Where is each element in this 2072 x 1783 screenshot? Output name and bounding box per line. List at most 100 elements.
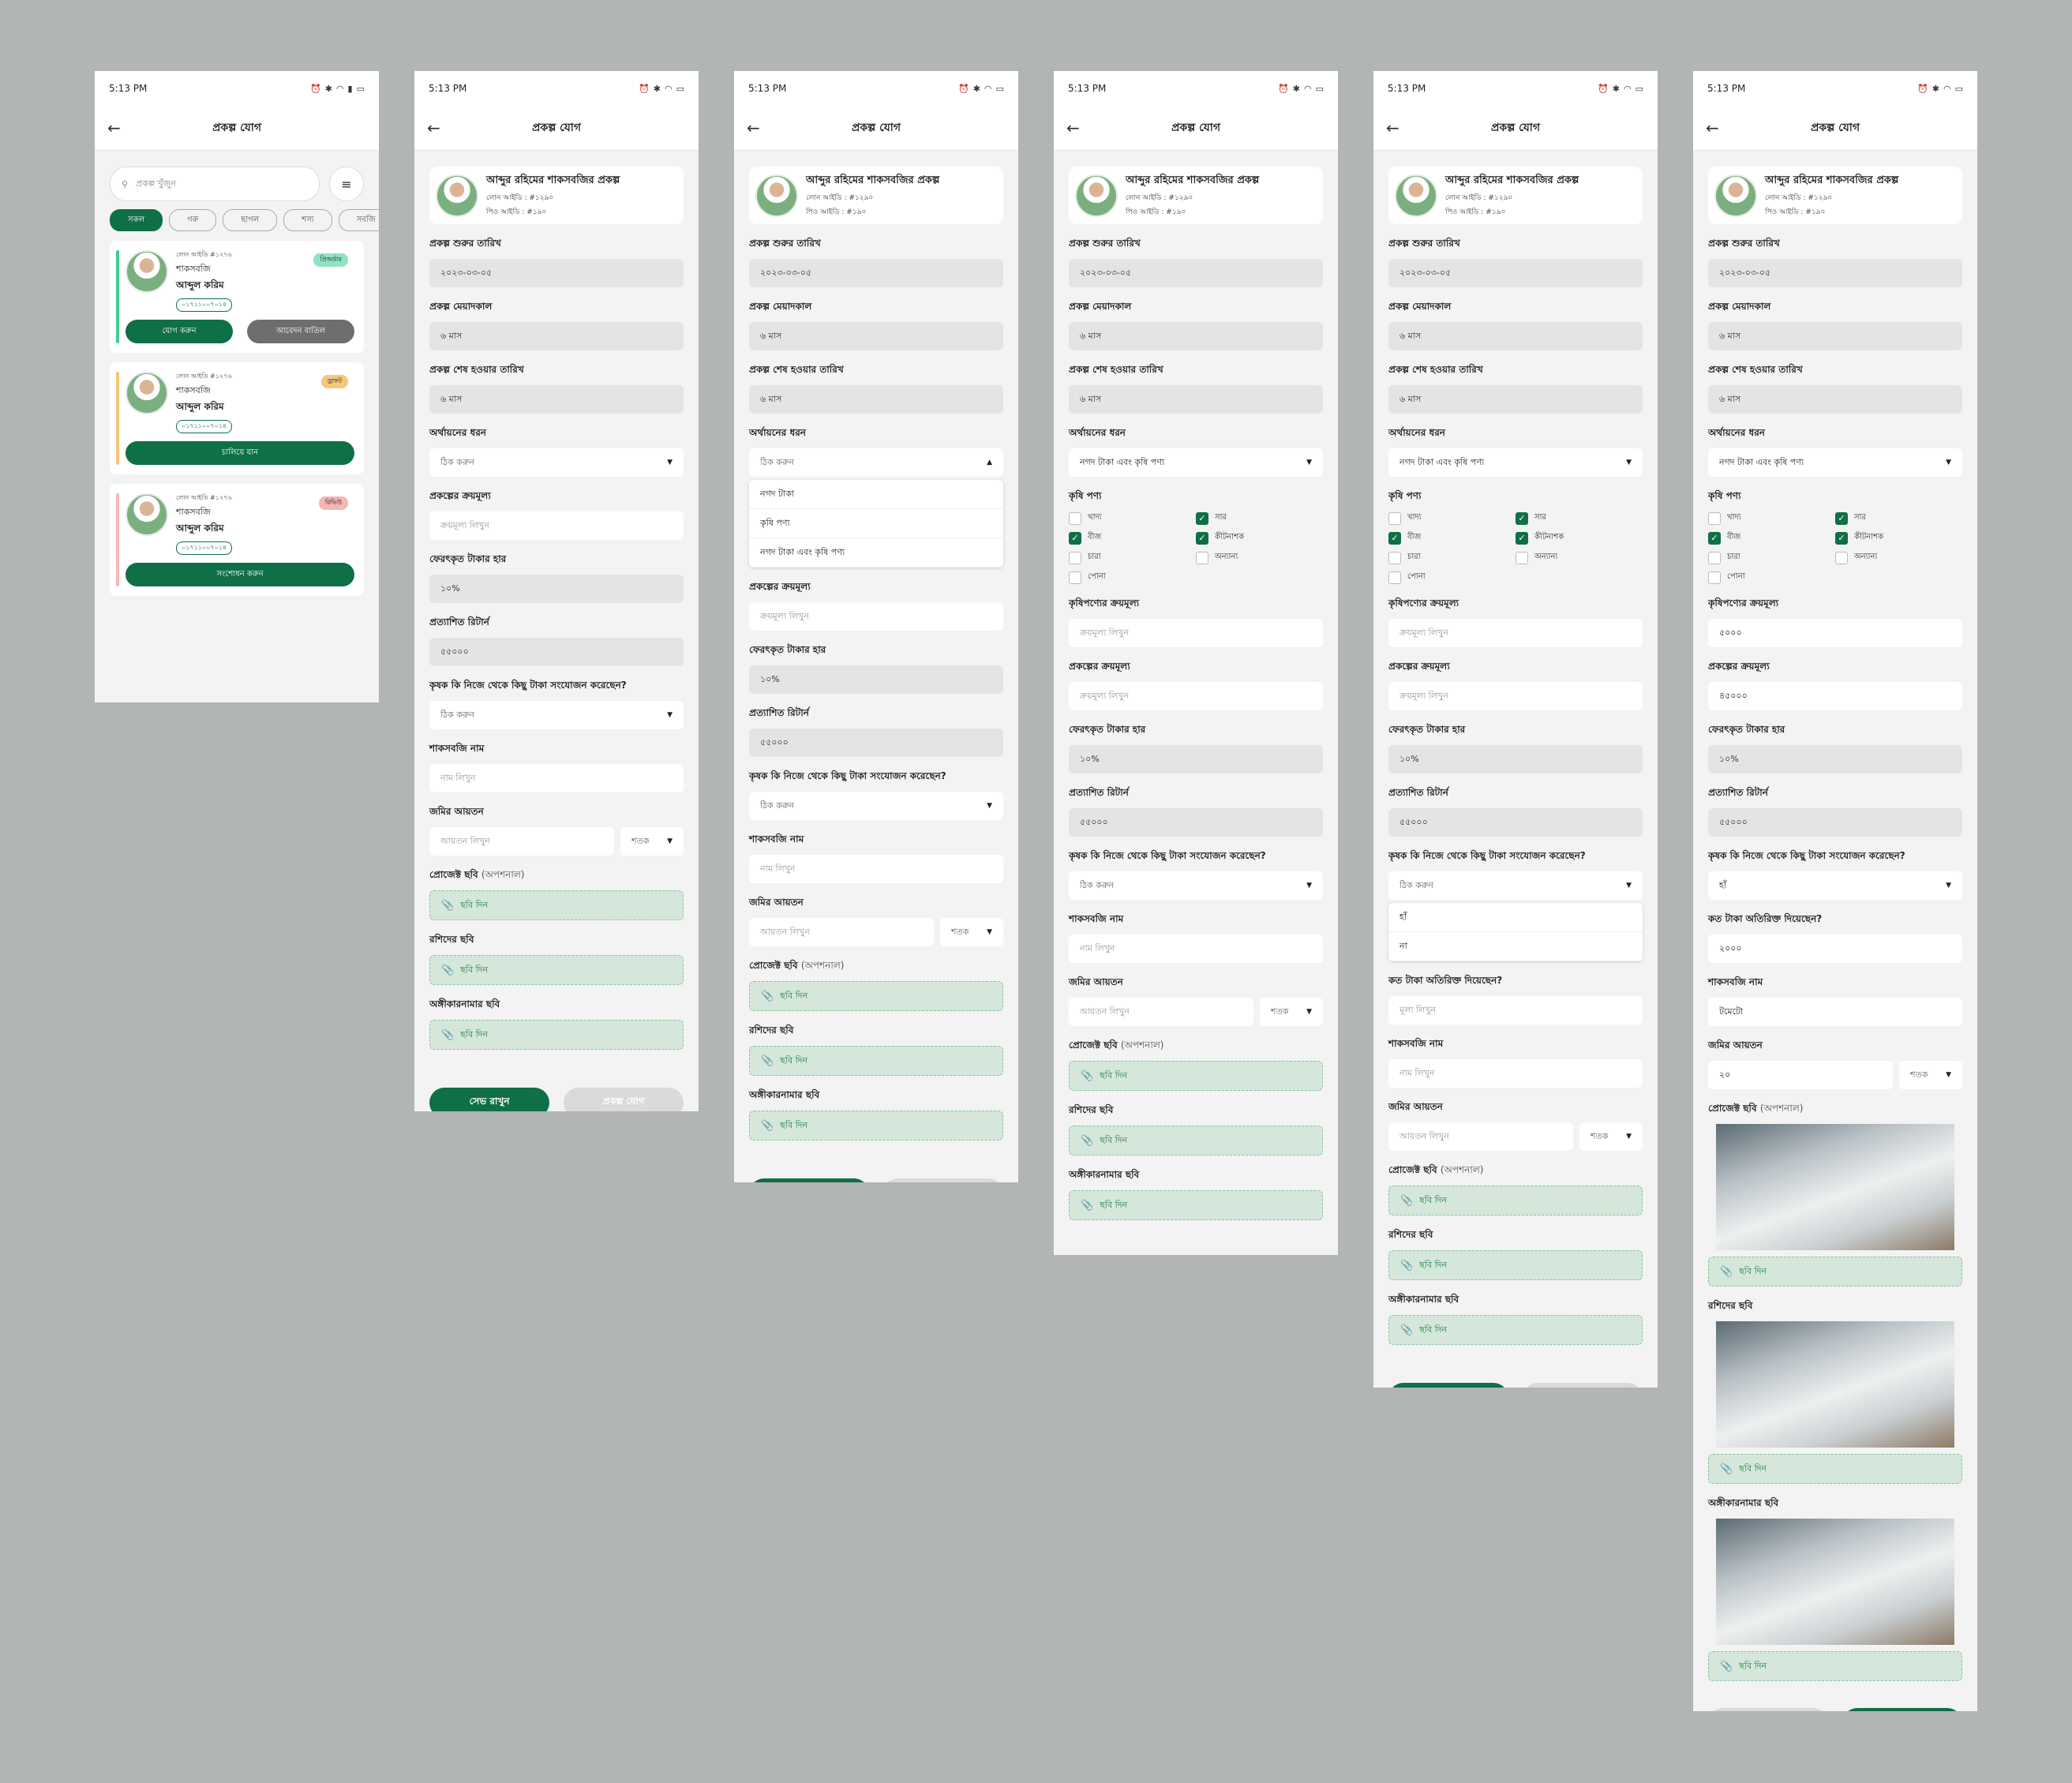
save-button[interactable]: সেভ রাখুন <box>749 1178 869 1182</box>
farmer-added-dropdown[interactable]: ঠিক করুন ▼ <box>429 701 684 729</box>
land-size-input[interactable]: আয়তন লিখুন <box>1069 998 1253 1026</box>
menu-item-agri-product[interactable]: কৃষি পণ্য <box>749 509 1003 538</box>
menu-item-cash-and-agri[interactable]: নগদ টাকা এবং কৃষি পণ্য <box>749 538 1003 567</box>
extra-amount-input[interactable]: ২০০০ <box>1708 935 1962 963</box>
save-button[interactable]: সেভ রাখুন <box>1708 1708 1828 1711</box>
agreement-photo-upload[interactable]: 📎 ছবি দিন <box>1388 1315 1643 1345</box>
farmer-added-dropdown[interactable]: ঠিক করুন ▼ <box>749 792 1003 820</box>
vegetable-name-input[interactable]: নাম লিখুন <box>429 764 684 792</box>
add-project-button[interactable]: প্রকল্প যোগ <box>564 1088 684 1111</box>
save-button[interactable]: সেভ রাখুন <box>429 1088 549 1111</box>
checkbox-fry[interactable]: পোনা <box>1388 571 1516 584</box>
project-photo-upload[interactable]: 📎 ছবি দিন <box>1708 1257 1962 1287</box>
agri-price-input[interactable]: ৫০০০ <box>1708 619 1962 647</box>
checkbox-pesticide[interactable]: ✓ কীটনাশক <box>1835 531 1962 545</box>
menu-item-yes[interactable]: হাঁ <box>1388 903 1643 932</box>
chip-vegetable[interactable]: সবজি <box>338 209 379 231</box>
list-item[interactable]: রিভিউ লোন আইডি #১২৭৬ শাকসবজি আব্দুল করিম… <box>110 484 364 596</box>
cancel-application-button[interactable]: আবেদন বাতিল <box>247 320 354 343</box>
project-photo-upload[interactable]: 📎 ছবি দিন <box>749 981 1003 1011</box>
land-size-input[interactable]: আয়তন লিখুন <box>429 827 614 856</box>
checkbox-food[interactable]: খাদ্য <box>1069 511 1196 525</box>
list-item[interactable]: ড্রাফট লোন আইডি #১২৭৬ শাকসবজি আব্দুল করি… <box>110 362 364 474</box>
project-photo-upload[interactable]: 📎 ছবি দিন <box>1069 1061 1323 1091</box>
checkbox-pesticide[interactable]: ✓ কীটনাশক <box>1196 531 1323 545</box>
receipt-photo-upload[interactable]: 📎 ছবি দিন <box>1708 1454 1962 1484</box>
checkbox-seed[interactable]: ✓ বীজ <box>1069 531 1196 545</box>
unit-dropdown[interactable]: শতক ▼ <box>940 918 1003 946</box>
chip-goat[interactable]: ছাগল <box>223 209 278 231</box>
checkbox-fertilizer[interactable]: ✓ সার <box>1516 511 1643 525</box>
menu-item-cash[interactable]: নগদ টাকা <box>749 480 1003 509</box>
checkbox-seedling[interactable]: চারা <box>1069 551 1196 564</box>
checkbox-food[interactable]: খাদ্য <box>1708 511 1835 525</box>
agreement-photo-upload[interactable]: 📎 ছবি দিন <box>1708 1651 1962 1681</box>
purchase-price-input[interactable]: ৪৫০০০ <box>1708 682 1962 710</box>
checkbox-seed[interactable]: ✓ বীজ <box>1708 531 1835 545</box>
menu-item-no[interactable]: না <box>1388 932 1643 961</box>
checkbox-food[interactable]: খাদ্য <box>1388 511 1516 525</box>
checkbox-seedling[interactable]: চারা <box>1708 551 1835 564</box>
finance-type-dropdown[interactable]: নগদ টাকা এবং কৃষি পণ্য ▼ <box>1388 448 1643 477</box>
finance-type-dropdown[interactable]: নগদ টাকা এবং কৃষি পণ্য ▼ <box>1708 448 1962 477</box>
back-arrow-icon[interactable]: ← <box>427 118 440 137</box>
land-size-input[interactable]: আয়তন লিখুন <box>749 918 934 946</box>
checkbox-fertilizer[interactable]: ✓ সার <box>1835 511 1962 525</box>
receipt-photo-upload[interactable]: 📎 ছবি দিন <box>749 1046 1003 1076</box>
agri-price-input[interactable]: ক্রয়মূল্য লিখুন <box>1069 619 1323 647</box>
receipt-photo-upload[interactable]: 📎 ছবি দিন <box>1388 1250 1643 1280</box>
filter-icon[interactable]: ≡ <box>329 167 364 201</box>
back-arrow-icon[interactable]: ← <box>1706 118 1719 137</box>
land-size-input[interactable]: আয়তন লিখুন <box>1388 1122 1573 1151</box>
farmer-added-dropdown[interactable]: ঠিক করুন ▼ <box>1388 871 1643 900</box>
checkbox-other[interactable]: অন্যান্য <box>1196 551 1323 564</box>
add-project-button[interactable]: প্রকল্প যোগ <box>883 1178 1003 1182</box>
project-photo-upload[interactable]: 📎 ছবি দিন <box>1388 1186 1643 1216</box>
purchase-price-input[interactable]: ক্রয়মূল্য লিখুন <box>1388 682 1643 710</box>
checkbox-fertilizer[interactable]: ✓ সার <box>1196 511 1323 525</box>
vegetable-name-input[interactable]: নাম লিখুন <box>749 855 1003 883</box>
checkbox-other[interactable]: অন্যান্য <box>1516 551 1643 564</box>
checkbox-other[interactable]: অন্যান্য <box>1835 551 1962 564</box>
farmer-added-dropdown[interactable]: হাঁ ▼ <box>1708 871 1962 900</box>
save-button[interactable]: সেভ রাখুন <box>1388 1383 1508 1388</box>
chip-all[interactable]: সকল <box>110 209 163 231</box>
back-arrow-icon[interactable]: ← <box>107 118 121 137</box>
chip-cow[interactable]: গরু <box>169 209 217 231</box>
vegetable-name-input[interactable]: নাম লিখুন <box>1069 935 1323 963</box>
list-item[interactable]: প্রিঅর্ডার লোন আইডি #১২৭৬ শাকসবজি আব্দুল… <box>110 241 364 353</box>
agreement-photo-upload[interactable]: 📎 ছবি দিন <box>429 1020 684 1050</box>
checkbox-seed[interactable]: ✓ বীজ <box>1388 531 1516 545</box>
unit-dropdown[interactable]: শতক ▼ <box>1260 998 1323 1026</box>
agreement-photo-upload[interactable]: 📎 ছবি দিন <box>1069 1190 1323 1220</box>
checkbox-fry[interactable]: পোনা <box>1069 571 1196 584</box>
farmer-added-dropdown[interactable]: ঠিক করুন ▼ <box>1069 871 1323 900</box>
receipt-photo-upload[interactable]: 📎 ছবি দিন <box>429 955 684 985</box>
back-arrow-icon[interactable]: ← <box>1386 118 1399 137</box>
finance-type-dropdown[interactable]: নগদ টাকা এবং কৃষি পণ্য ▼ <box>1069 448 1323 477</box>
add-button[interactable]: যোগ করুন <box>126 320 233 343</box>
finance-type-dropdown[interactable]: ঠিক করুন ▲ <box>749 448 1003 477</box>
add-project-button[interactable]: প্রকল্প যোগ <box>1523 1383 1643 1388</box>
checkbox-pesticide[interactable]: ✓ কীটনাশক <box>1516 531 1643 545</box>
unit-dropdown[interactable]: শতক ▼ <box>1899 1061 1962 1089</box>
vegetable-name-input[interactable]: নাম লিখুন <box>1388 1059 1643 1088</box>
agri-price-input[interactable]: ক্রয়মূল্য লিখুন <box>1388 619 1643 647</box>
checkbox-fry[interactable]: পোনা <box>1708 571 1835 584</box>
search-input[interactable]: ⚲ প্রকল্প খুঁজুন <box>110 167 320 201</box>
vegetable-name-input[interactable]: টমেটো <box>1708 998 1962 1026</box>
purchase-price-input[interactable]: ক্রয়মূল্য লিখুন <box>749 602 1003 631</box>
checkbox-seedling[interactable]: চারা <box>1388 551 1516 564</box>
back-arrow-icon[interactable]: ← <box>1066 118 1080 137</box>
chip-crop[interactable]: শস্য <box>283 209 332 231</box>
purchase-price-input[interactable]: ক্রয়মূল্য লিখুন <box>1069 682 1323 710</box>
finance-type-dropdown[interactable]: ঠিক করুন ▼ <box>429 448 684 477</box>
purchase-price-input[interactable]: ক্রয়মূল্য লিখুন <box>429 511 684 540</box>
add-project-button[interactable]: প্রকল্প যোগ <box>1842 1708 1962 1711</box>
unit-dropdown[interactable]: শতক ▼ <box>1579 1122 1643 1151</box>
receipt-photo-upload[interactable]: 📎 ছবি দিন <box>1069 1126 1323 1156</box>
continue-button[interactable]: চালিয়ে যান <box>126 441 354 465</box>
extra-amount-input[interactable]: মূল্য লিখুন <box>1388 996 1643 1024</box>
agreement-photo-upload[interactable]: 📎 ছবি দিন <box>749 1111 1003 1141</box>
land-size-input[interactable]: ২০ <box>1708 1061 1893 1089</box>
